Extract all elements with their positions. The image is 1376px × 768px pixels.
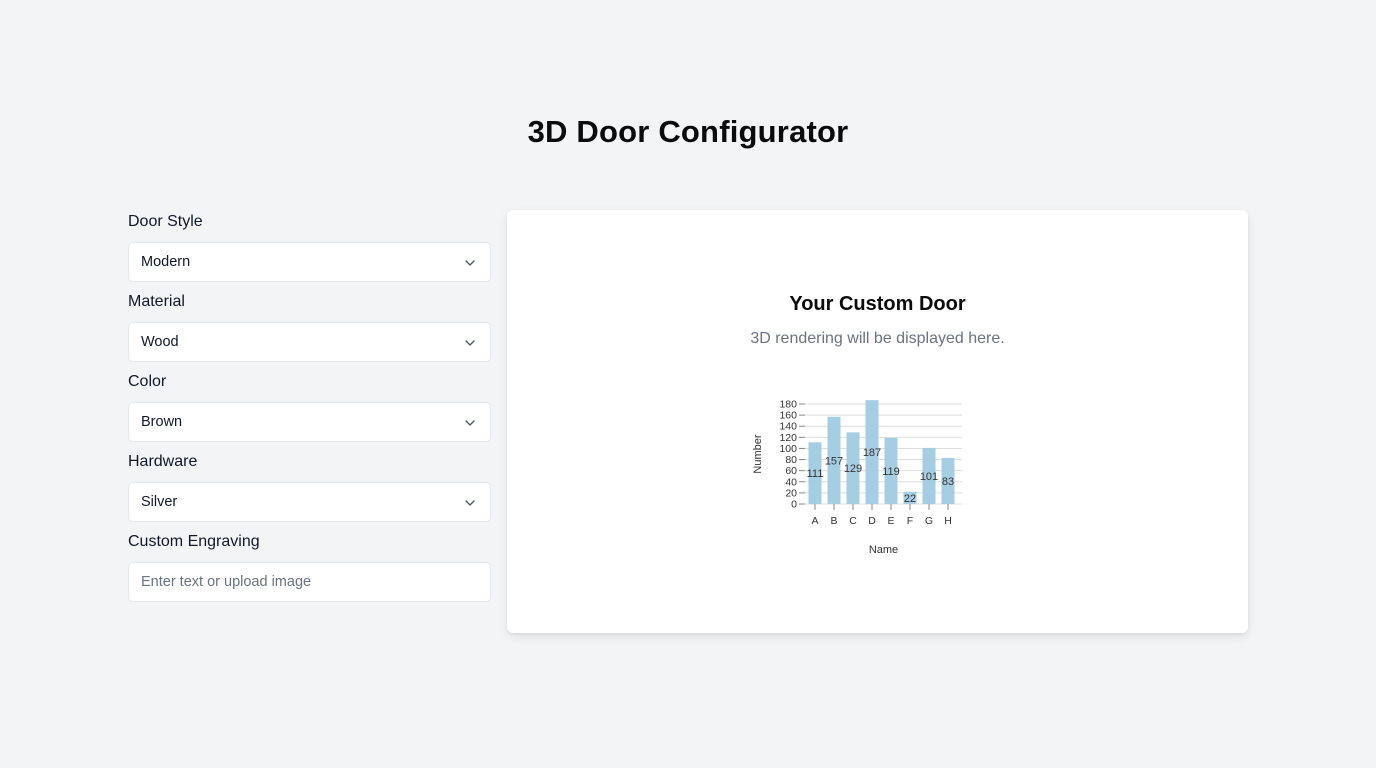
y-tick-label: 20 [785, 487, 797, 499]
material-value: Wood [141, 334, 179, 350]
x-axis-title: Name [869, 544, 898, 556]
material-select[interactable]: Wood [128, 322, 491, 362]
x-tick-label: D [868, 515, 876, 527]
data-label: 119 [882, 466, 900, 478]
engraving-input[interactable] [128, 562, 491, 602]
data-label: 111 [807, 468, 824, 480]
y-axis: 020406080100120140160180 [779, 399, 805, 511]
y-tick-label: 40 [785, 476, 797, 488]
data-label: 22 [904, 493, 916, 505]
color-select[interactable]: Brown [128, 402, 491, 442]
x-tick-label: F [907, 515, 913, 527]
chevron-down-icon [465, 500, 475, 506]
data-label: 83 [942, 476, 954, 488]
hardware-label: Hardware [128, 453, 198, 470]
x-tick-label: A [811, 515, 818, 527]
y-tick-label: 120 [779, 432, 797, 444]
y-tick-label: 100 [779, 443, 797, 455]
chevron-down-icon [465, 260, 475, 266]
color-field: Color Brown [128, 370, 491, 442]
color-label: Color [128, 373, 167, 390]
engraving-label: Custom Engraving [128, 533, 260, 550]
bars [808, 400, 955, 504]
hardware-field: Hardware Silver [128, 450, 491, 522]
y-tick-label: 0 [791, 499, 797, 511]
door-style-label: Door Style [128, 213, 203, 230]
chevron-down-icon [465, 420, 475, 426]
data-label: 129 [844, 463, 862, 475]
y-tick-label: 160 [779, 410, 797, 422]
data-label: 157 [825, 455, 843, 467]
hardware-select[interactable]: Silver [128, 482, 491, 522]
door-options-panel: Door Style Modern Material Wood Color Br… [128, 210, 491, 602]
chevron-down-icon [465, 340, 475, 346]
color-value: Brown [141, 414, 183, 430]
preview-title: Your Custom Door [789, 293, 966, 315]
door-style-value: Modern [141, 254, 191, 270]
material-label: Material [128, 293, 185, 310]
y-tick-label: 140 [779, 421, 797, 433]
y-axis-title: Number [752, 434, 764, 473]
engraving-field: Custom Engraving [128, 530, 491, 602]
material-field: Material Wood [128, 290, 491, 362]
page-title: 3D Door Configurator [527, 114, 849, 149]
x-tick-label: G [925, 515, 933, 527]
y-tick-label: 60 [785, 465, 797, 477]
preview-subtitle: 3D rendering will be displayed here. [750, 330, 1005, 347]
x-tick-label: E [887, 515, 894, 527]
bar-chart: 020406080100120140160180Number1111571291… [752, 399, 962, 556]
x-tick-label: B [830, 515, 837, 527]
x-tick-label: H [944, 515, 952, 527]
x-axis: ABCDE FGH [811, 504, 952, 527]
hardware-value: Silver [141, 494, 178, 510]
door-style-select[interactable]: Modern [128, 242, 491, 282]
data-label: 101 [920, 471, 938, 483]
y-tick-label: 80 [785, 454, 797, 466]
door-preview-card: Your Custom Door 3D rendering will be di… [507, 210, 1248, 633]
door-style-field: Door Style Modern [128, 210, 491, 282]
x-tick-label: C [849, 515, 857, 527]
y-tick-label: 180 [779, 399, 797, 411]
data-label: 187 [863, 447, 881, 459]
